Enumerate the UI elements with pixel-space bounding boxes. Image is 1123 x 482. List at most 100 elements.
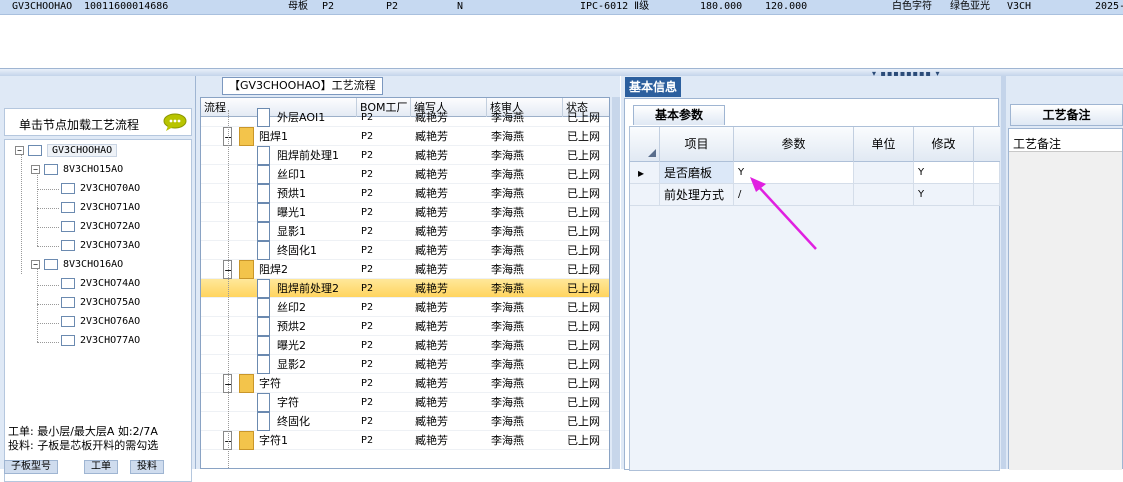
writer: 臧艳芳 (415, 206, 448, 219)
tree-node-leaf[interactable]: 2V3CHO77AO (61, 332, 140, 349)
bom-factory: P2 (361, 321, 374, 332)
process-name: 曝光2 (277, 339, 306, 352)
param-modify[interactable]: Y (914, 162, 974, 184)
writer: 臧艳芳 (415, 396, 448, 409)
writer: 臧艳芳 (415, 168, 448, 181)
board-icon (61, 277, 75, 289)
tree-node-group[interactable]: − 8V3CHO15AO (31, 161, 123, 178)
status: 已上网 (567, 377, 600, 390)
status: 已上网 (567, 244, 600, 257)
annotation-arrow-icon (750, 177, 817, 250)
tree-node-label: 8V3CHO16AO (63, 259, 124, 270)
help-note-line-2: 投料: 子板是芯板开料的需勾选 (8, 439, 159, 452)
tree-node-leaf[interactable]: 2V3CHO73AO (61, 237, 140, 254)
reviewer: 李海燕 (491, 377, 524, 390)
process-row[interactable]: 显影1 P2 臧艳芳 李海燕 已上网 (201, 222, 609, 241)
process-flow-grid[interactable]: 流程 BOM工厂 编写人 核审人 状态 外层AOI1P2臧艳芳李海燕已上网−阻焊… (200, 97, 610, 469)
collapse-icon[interactable]: − (15, 145, 24, 155)
tab-material-input[interactable]: 投料 (130, 460, 164, 474)
process-name: 阻焊前处理1 (277, 149, 339, 162)
flag-value: N (457, 1, 464, 12)
document-icon (257, 279, 270, 298)
process-row[interactable]: 终固化1 P2 臧艳芳 李海燕 已上网 (201, 241, 609, 260)
tab-work-order[interactable]: 工单 (84, 460, 118, 474)
product-number: 10011600014686 (84, 1, 169, 12)
board-icon (61, 220, 75, 232)
document-icon (257, 203, 270, 222)
current-row-icon: ▸ (630, 162, 660, 184)
tree-node-leaf[interactable]: 2V3CHO75AO (61, 294, 140, 311)
collapse-icon[interactable]: − (31, 164, 40, 174)
process-row[interactable]: −阻焊1P2臧艳芳李海燕已上网 (201, 127, 609, 146)
bom-factory: P2 (361, 435, 374, 446)
process-row[interactable]: −字符1P2臧艳芳李海燕已上网 (201, 431, 609, 450)
process-row[interactable]: 显影2 P2 臧艳芳 李海燕 已上网 (201, 355, 609, 374)
document-icon (257, 412, 270, 431)
document-icon (257, 222, 270, 241)
tree-node-leaf[interactable]: 2V3CHO71AO (61, 199, 140, 216)
vertical-splitter-middle[interactable] (612, 97, 620, 469)
process-row[interactable]: 丝印1 P2 臧艳芳 李海燕 已上网 (201, 165, 609, 184)
process-row[interactable]: −字符P2臧艳芳李海燕已上网 (201, 374, 609, 393)
process-row[interactable]: 字符 P2 臧艳芳 李海燕 已上网 (201, 393, 609, 412)
remarks-body: 工艺备注 (1008, 128, 1123, 470)
process-row[interactable]: 阻焊前处理1 P2 臧艳芳 李海燕 已上网 (201, 146, 609, 165)
process-row[interactable]: 预烘2 P2 臧艳芳 李海燕 已上网 (201, 317, 609, 336)
board-icon (28, 144, 42, 156)
collapse-icon[interactable]: − (31, 259, 40, 269)
tab-basic-params[interactable]: 基本参数 (633, 105, 725, 125)
product-info-row[interactable]: GV3CHOOHAO 10011600014686 母板 P2 P2 N IPC… (0, 0, 1123, 15)
tab-basic-info[interactable]: 基本信息 (625, 77, 682, 97)
tab-sub-board-model[interactable]: 子板型号 (4, 460, 58, 474)
tree-node-group[interactable]: − 8V3CHO16AO (31, 256, 123, 273)
writer: 臧艳芳 (415, 282, 448, 295)
process-row[interactable]: 阻焊前处理2 P2 臧艳芳 李海燕 已上网 (201, 279, 609, 298)
tree-node-leaf[interactable]: 2V3CHO72AO (61, 218, 140, 235)
process-row[interactable]: 曝光1 P2 臧艳芳 李海燕 已上网 (201, 203, 609, 222)
horizontal-splitter[interactable]: ▾ ▪▪▪▪▪▪▪▪ ▾ (0, 68, 1123, 78)
tree-node-leaf[interactable]: 2V3CHO74AO (61, 275, 140, 292)
status: 已上网 (567, 320, 600, 333)
param-modify[interactable]: Y (914, 184, 974, 206)
tree-node-leaf[interactable]: 2V3CHO70AO (61, 180, 140, 197)
writer: 臧艳芳 (415, 320, 448, 333)
col-header-unit[interactable]: 单位 (854, 127, 914, 162)
reviewer: 李海燕 (491, 130, 524, 143)
document-icon (257, 317, 270, 336)
col-header-modify[interactable]: 修改 (914, 127, 974, 162)
process-row[interactable]: 预烘1 P2 臧艳芳 李海燕 已上网 (201, 184, 609, 203)
bom-factory: P2 (361, 283, 374, 294)
board-type: 母板 (288, 1, 308, 12)
col-header-param[interactable]: 参数 (734, 127, 854, 162)
tree-node-root[interactable]: − GV3CHOOHAO (15, 142, 118, 159)
writer: 臧艳芳 (415, 187, 448, 200)
status: 已上网 (567, 396, 600, 409)
process-flow-title[interactable]: 【GV3CHOOHAO】工艺流程 (222, 77, 383, 95)
writer: 臧艳芳 (415, 415, 448, 428)
process-row[interactable]: 终固化 P2 臧艳芳 李海燕 已上网 (201, 412, 609, 431)
tab-process-remarks[interactable]: 工艺备注 (1010, 104, 1123, 126)
reviewer: 李海燕 (491, 358, 524, 371)
corner-triangle-icon (648, 149, 656, 157)
process-row[interactable]: 曝光2 P2 臧艳芳 李海燕 已上网 (201, 336, 609, 355)
document-icon (257, 298, 270, 317)
param-unit (854, 184, 914, 206)
param-filler (974, 162, 1000, 184)
product-tree[interactable]: − GV3CHOOHAO −8V3CHO15AO 2V3CHO70AO 2V3CH… (4, 139, 192, 482)
reviewer: 李海燕 (491, 320, 524, 333)
tree-node-label: 2V3CHO70AO (80, 183, 141, 194)
param-unit (854, 162, 914, 184)
bom-factory: P2 (361, 359, 374, 370)
board-icon (61, 182, 75, 194)
process-row[interactable]: 丝印2 P2 臧艳芳 李海燕 已上网 (201, 298, 609, 317)
tree-node-leaf[interactable]: 2V3CHO76AO (61, 313, 140, 330)
process-row[interactable]: 外层AOI1 P2 臧艳芳 李海燕 已上网 (201, 108, 609, 127)
code-2: V3CH (1007, 1, 1032, 12)
standard-value: IPC-6012 Ⅱ级 (580, 1, 650, 12)
reviewer: 李海燕 (491, 434, 524, 447)
mask-color: 绿色亚光 (950, 1, 990, 12)
remarks-textarea[interactable] (1009, 151, 1122, 470)
status: 已上网 (567, 206, 600, 219)
process-row[interactable]: −阻焊2P2臧艳芳李海燕已上网 (201, 260, 609, 279)
col-header-item[interactable]: 项目 (660, 127, 734, 162)
